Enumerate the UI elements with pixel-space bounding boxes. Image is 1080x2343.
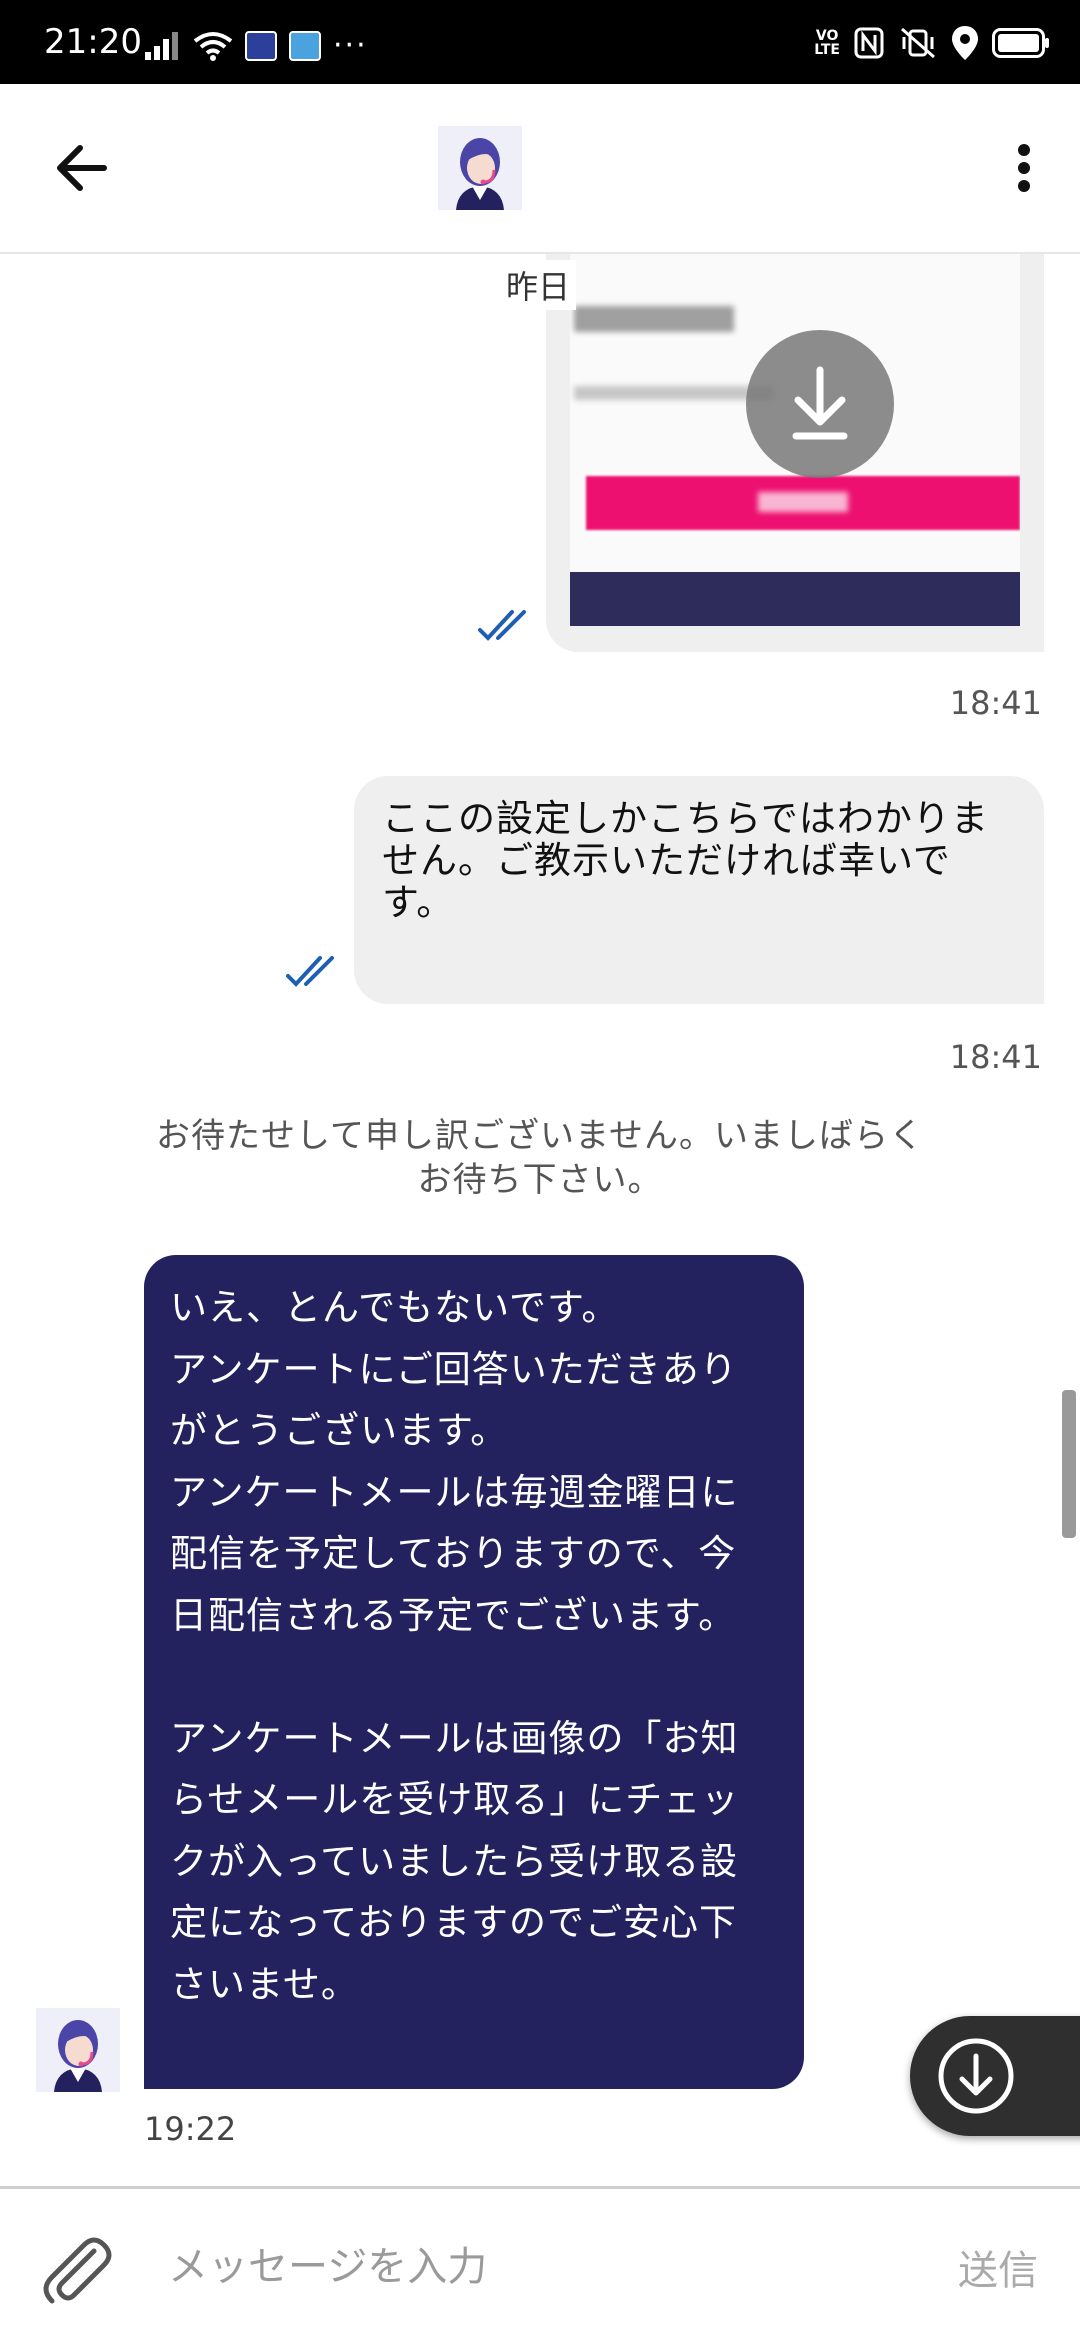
back-button[interactable] [50, 136, 114, 200]
outgoing-message[interactable]: ここの設定しかこちらではわかりません。ご教示いただければ幸いです。 [354, 776, 1044, 1004]
read-check-icon [286, 956, 334, 987]
volte-icon: VO LTE [814, 28, 840, 58]
more-vertical-icon [1018, 144, 1030, 192]
incoming-message[interactable]: いえ、とんでもないです。 アンケートにご回答いただきありがとうございます。 アン… [144, 1255, 804, 2089]
chat-history[interactable]: 昨日 18:41 ここの設定しかこちらではわかりません。ご教示いただければ幸いで… [0, 254, 1080, 2186]
status-bar: 21:20 ··· VO LTE [0, 0, 1080, 84]
outgoing-image-message[interactable] [546, 254, 1044, 652]
download-icon [792, 366, 848, 440]
date-separator: 昨日 [500, 260, 577, 310]
vibrate-off-icon [901, 27, 935, 59]
system-notice: お待たせして申し訳ございません。いましばらくお待ち下さい。 [156, 1116, 924, 1200]
more-options-button[interactable] [992, 136, 1056, 200]
location-icon [952, 26, 978, 60]
message-input[interactable] [166, 2221, 850, 2313]
support-operator-avatar-icon [36, 2008, 120, 2092]
news-app-icon [245, 30, 277, 61]
wifi-icon [193, 31, 233, 61]
chat-header [0, 84, 1080, 254]
support-operator-avatar-icon [438, 126, 522, 210]
scroll-to-bottom-button[interactable] [910, 2016, 1080, 2136]
battery-icon [992, 28, 1049, 58]
nfc-icon [854, 27, 884, 59]
arrow-down-circle-icon [938, 2038, 1014, 2114]
attach-button[interactable] [34, 2229, 114, 2309]
image-thumbnail[interactable] [570, 254, 1020, 626]
operator-avatar [438, 126, 522, 210]
signal-icon [145, 31, 178, 60]
read-check-icon [478, 610, 526, 641]
calendar-app-icon [289, 30, 321, 61]
arrow-left-icon [57, 145, 107, 191]
message-time: 19:22 [144, 2110, 237, 2148]
status-time: 21:20 [44, 22, 142, 62]
message-composer: 送信 [0, 2186, 1080, 2343]
send-button[interactable]: 送信 [952, 2237, 1044, 2297]
more-notifications-icon: ··· [333, 28, 368, 63]
paperclip-icon [43, 2237, 112, 2304]
scrollbar-thumb[interactable] [1062, 1390, 1076, 1538]
message-time: 18:41 [949, 684, 1042, 722]
message-time: 18:41 [949, 1038, 1042, 1076]
operator-avatar [36, 2008, 120, 2092]
download-button[interactable] [746, 330, 894, 478]
